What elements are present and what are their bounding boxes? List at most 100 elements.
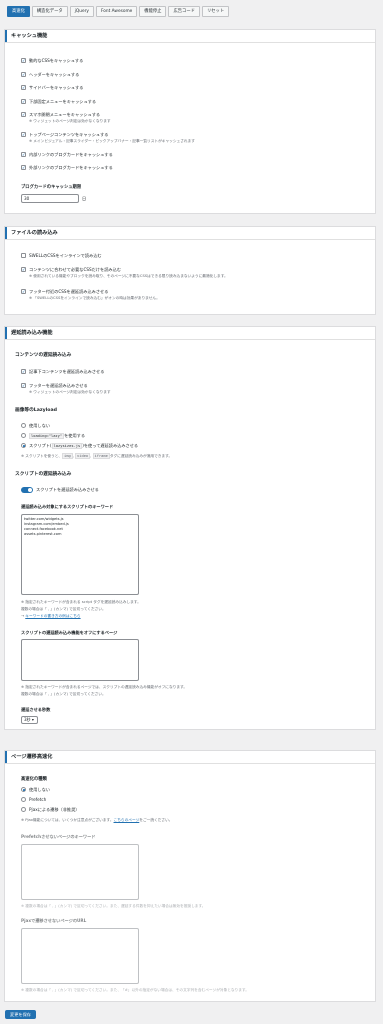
pjax-urls-note: ※ 複数の場合は「 , 」(カンマ) で区切ってください。また、「#」以外の指定… bbox=[21, 988, 249, 992]
keyword-line: assets.pinterest.com bbox=[24, 532, 62, 536]
cache-period-input[interactable]: 30 bbox=[21, 194, 79, 203]
cache-external-card-checkbox[interactable]: ✓ bbox=[21, 165, 26, 170]
pjax-note-link[interactable]: こちらのページ bbox=[114, 818, 140, 822]
tab-disable-features[interactable]: 機能停止 bbox=[139, 6, 167, 17]
inline-css-label: SWELLのCSSをインラインで読み込む bbox=[29, 253, 102, 258]
pjax-note-pre: ※ Pjax機能については、いくつか注意点がございます。 bbox=[21, 818, 114, 822]
settings-tabs: 高速化 構造化データ jQuery Font Awesome 機能停止 広告コー… bbox=[7, 6, 230, 17]
lazyload-none-label: 使用しない bbox=[29, 423, 50, 428]
cache-external-card-label: 外部リンクのブログカードをキャッシュする bbox=[29, 165, 113, 170]
lazyload-native-label: loading="lazy" を使用する bbox=[29, 433, 85, 439]
img-tag-code: img bbox=[62, 453, 73, 459]
transition-prefetch-radio[interactable] bbox=[21, 797, 26, 802]
off-pages-textarea[interactable] bbox=[21, 639, 139, 681]
cache-sp-menu-checkbox[interactable]: ✓ bbox=[21, 112, 26, 117]
lazy-section-title: 遅延読み込み機能 bbox=[5, 327, 375, 339]
footer-css-lazy-label: フッター付近のCSSを遅延読み込みさせる bbox=[29, 289, 109, 294]
keywords-example-link[interactable]: キーワードの書き方の例はこちら bbox=[25, 614, 80, 618]
cache-section: キャッシュ機能 ✓ 動的なCSSをキャッシュする ✓ ヘッダーをキャッシュする … bbox=[4, 29, 376, 214]
cache-top-page-label: トップページコンテンツをキャッシュする bbox=[29, 132, 109, 137]
save-button[interactable]: 変更を保存 bbox=[5, 1010, 36, 1019]
script-lazy-toggle-label: スクリプトを遅延読み込みさせる bbox=[36, 487, 99, 492]
footer-css-lazy-note: ※ 「SWELLのCSSをインラインで読み込む」がオンの時は効果がありません。 bbox=[29, 296, 160, 300]
transition-section: ページ遷移高速化 高速化の種類 使用しない Prefetch Pjaxによる遷移… bbox=[4, 750, 376, 1002]
lazyload-script-radio[interactable] bbox=[21, 443, 26, 448]
content-lazy-title: コンテンツの遅延読み込み bbox=[15, 353, 72, 358]
cache-top-page-checkbox[interactable]: ✓ bbox=[21, 132, 26, 137]
transition-none-radio[interactable] bbox=[21, 787, 26, 792]
tab-font-awesome[interactable]: Font Awesome bbox=[95, 6, 138, 17]
transition-method-label: 高速化の種類 bbox=[21, 777, 47, 782]
footer-lazy-label: フッターを遅延読み込みさせる bbox=[29, 383, 88, 388]
footer-lazy-note: ※ ウィジェットのページ判定は効かなくなります bbox=[29, 390, 111, 394]
inline-css-checkbox[interactable] bbox=[21, 253, 26, 258]
cache-sp-menu-note: ※ ウィジェットのページ判定は効かなくなります bbox=[29, 119, 111, 123]
post-bottom-lazy-checkbox[interactable]: ✓ bbox=[21, 369, 26, 374]
cache-css-label: 動的なCSSをキャッシュする bbox=[29, 58, 84, 63]
cache-top-page-note: ※ メインビジュアル・記事スライダー・ピックアップバナー・記事一覧リストがキャッ… bbox=[29, 139, 195, 143]
keywords-example-link-row: → キーワードの書き方の例はこちら bbox=[21, 614, 81, 618]
cache-period-title: ブログカードのキャッシュ期限 bbox=[21, 185, 82, 190]
transition-none-label: 使用しない bbox=[29, 787, 50, 792]
keywords-textarea[interactable]: twitter.com/widgets.js instagram.com/emb… bbox=[21, 514, 139, 595]
optimize-css-note: ※ 使用されている機能やブロックを読み取り、そのページに不要なCSSはできる限り… bbox=[29, 274, 228, 278]
cache-period-unit: 日 bbox=[82, 196, 87, 201]
prefetch-keywords-note: ※ 複数の場合は「 , 」(カンマ) で区切ってください。また、遅延する件数を抑… bbox=[21, 904, 206, 908]
cache-section-title: キャッシュ機能 bbox=[5, 30, 375, 42]
cache-header-label: ヘッダーをキャッシュする bbox=[29, 72, 80, 77]
footer-css-lazy-checkbox[interactable]: ✓ bbox=[21, 289, 26, 294]
tab-structured-data[interactable]: 構造化データ bbox=[31, 6, 68, 17]
pjax-urls-label: Pjaxで遷移させないページのURL bbox=[21, 918, 87, 923]
iframe-tag-code: iframe bbox=[92, 453, 110, 459]
video-tag-code: video bbox=[75, 453, 91, 459]
footer-lazy-checkbox[interactable]: ✓ bbox=[21, 383, 26, 388]
delay-seconds-label: 遅延させる秒数 bbox=[21, 707, 51, 712]
transition-pjax-label: Pjaxによる遷移（非推奨） bbox=[29, 807, 80, 812]
cache-internal-card-checkbox[interactable]: ✓ bbox=[21, 152, 26, 157]
files-section-title: ファイルの読み込み bbox=[5, 227, 375, 239]
lazy-section: 遅延読み込み機能 コンテンツの遅延読み込み ✓ 記事下コンテンツを遅延読み込みさ… bbox=[4, 326, 376, 730]
image-lazyload-title: 画像等のLazyload bbox=[15, 408, 58, 413]
lazyload-script-label: スクリプト(lazysizes.js)を使って遅延読み込みさせる bbox=[29, 443, 138, 449]
optimize-css-checkbox[interactable]: ✓ bbox=[21, 267, 26, 272]
delay-seconds-select[interactable]: 3秒 ▾ bbox=[21, 716, 38, 724]
post-bottom-lazy-label: 記事下コンテンツを遅延読み込みさせる bbox=[29, 369, 105, 374]
off-pages-note-1: ※ 指定されたキーワードが含まれるページでは、スクリプトの遅延読み込み機能がオフ… bbox=[21, 685, 188, 689]
cache-fixed-menu-label: 下部固定メニューをキャッシュする bbox=[29, 99, 97, 104]
pjax-note: ※ Pjax機能については、いくつか注意点がございます。こちらのページをご一読く… bbox=[21, 818, 172, 823]
lazyload-native-radio[interactable] bbox=[21, 433, 26, 438]
keywords-label: 遅延読み込み対象にするスクリプトのキーワード bbox=[21, 504, 114, 509]
prefetch-keywords-textarea[interactable] bbox=[21, 844, 139, 900]
optimize-css-label: コンテンツに合わせて必要なCSSだけを読み込む bbox=[29, 267, 121, 272]
pjax-urls-textarea[interactable] bbox=[21, 928, 139, 984]
off-pages-label: スクリプトの遅延読み込み機能をオフにするページ bbox=[21, 630, 118, 635]
off-pages-note-2: 複数の場合は「 , 」(カンマ) で区切ってください。 bbox=[21, 692, 106, 696]
cache-internal-card-label: 内部リンクのブログカードをキャッシュする bbox=[29, 152, 113, 157]
tab-ad-code[interactable]: 広告コード bbox=[168, 6, 200, 17]
cache-header-checkbox[interactable]: ✓ bbox=[21, 72, 26, 77]
transition-pjax-radio[interactable] bbox=[21, 807, 26, 812]
tab-reset[interactable]: リセット bbox=[201, 6, 230, 17]
cache-sp-menu-label: スマホ開閉メニューをキャッシュする bbox=[29, 112, 101, 117]
lazyload-script-pre: スクリプト( bbox=[29, 443, 52, 448]
cache-sidebar-checkbox[interactable]: ✓ bbox=[21, 85, 26, 90]
keywords-note-1: ※ 指定されたキーワードが含まれる script タグを遅延読み込みします。 bbox=[21, 600, 141, 604]
lazyload-script-post: )を使って遅延読み込みさせる bbox=[82, 443, 139, 448]
cache-fixed-menu-checkbox[interactable]: ✓ bbox=[21, 99, 26, 104]
prefetch-keywords-label: Prefetchさせないページのキーワード bbox=[21, 834, 96, 839]
lazyload-none-radio[interactable] bbox=[21, 423, 26, 428]
transition-section-title: ページ遷移高速化 bbox=[5, 751, 375, 763]
cache-css-checkbox[interactable]: ✓ bbox=[21, 58, 26, 63]
files-section: ファイルの読み込み SWELLのCSSをインラインで読み込む ✓ コンテンツに合… bbox=[4, 226, 376, 315]
chevron-down-icon: ▾ bbox=[31, 717, 34, 722]
lazyload-note-post: タグに遅延読み込みが適用できます。 bbox=[109, 454, 173, 458]
lazysizes-code: lazysizes.js bbox=[51, 443, 83, 449]
tab-jquery[interactable]: jQuery bbox=[69, 6, 94, 17]
tab-speed[interactable]: 高速化 bbox=[7, 6, 30, 17]
loading-lazy-code: loading="lazy" bbox=[29, 433, 65, 439]
lazyload-note: ※ スクリプトを使うと、 img, video, iframe タグに遅延読み込みが… bbox=[21, 453, 173, 459]
script-lazy-toggle[interactable] bbox=[21, 487, 33, 493]
delay-seconds-value: 3秒 bbox=[24, 717, 31, 722]
cache-sidebar-label: サイドバーをキャッシュする bbox=[29, 85, 84, 90]
pjax-note-post: をご一読ください。 bbox=[139, 818, 173, 822]
